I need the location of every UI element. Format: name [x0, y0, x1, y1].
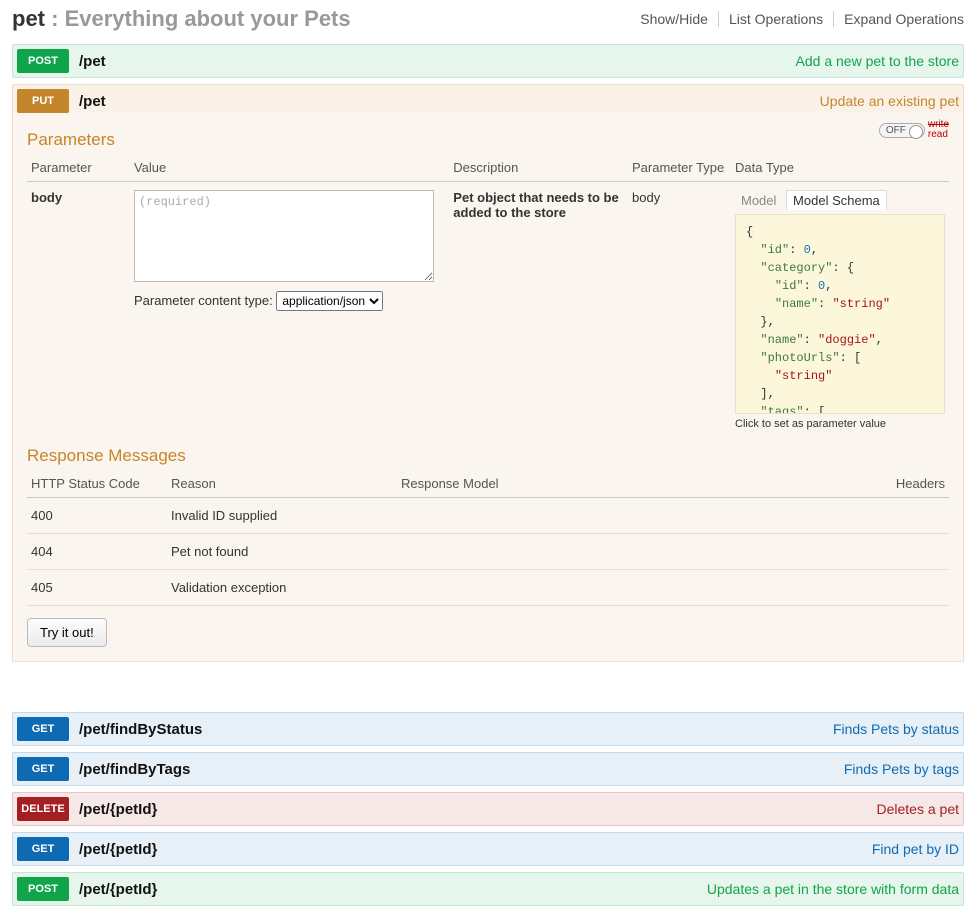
- datatype-tabs: Model Model Schema: [735, 190, 945, 210]
- col-value: Value: [130, 154, 449, 182]
- col-param-type: Parameter Type: [628, 154, 731, 182]
- op-path: /pet: [79, 53, 106, 70]
- method-badge: POST: [17, 877, 69, 901]
- col-headers: Headers: [755, 470, 949, 498]
- toggle-switch[interactable]: OFF: [879, 123, 925, 138]
- method-badge: GET: [17, 757, 69, 781]
- method-badge: PUT: [17, 89, 69, 113]
- col-status: HTTP Status Code: [27, 470, 167, 498]
- param-row-body: body Parameter content type: application…: [27, 182, 949, 439]
- op-get-findbystatus[interactable]: GET /pet/findByStatus Finds Pets by stat…: [12, 712, 964, 746]
- content-type-row: Parameter content type: application/json: [134, 291, 445, 311]
- col-parameter: Parameter: [27, 154, 130, 182]
- resource-header: pet : Everything about your Pets Show/Hi…: [12, 0, 964, 38]
- response-messages-heading: Response Messages: [27, 446, 949, 466]
- parameters-table: Parameter Value Description Parameter Ty…: [27, 154, 949, 438]
- resource-title[interactable]: pet : Everything about your Pets: [12, 6, 351, 32]
- col-reason: Reason: [167, 470, 397, 498]
- op-summary: Add a new pet to the store: [796, 53, 959, 69]
- status-code: 400: [27, 498, 167, 534]
- op-delete-petid[interactable]: DELETE /pet/{petId} Deletes a pet: [12, 792, 964, 826]
- status-code: 405: [27, 570, 167, 606]
- tab-model-schema[interactable]: Model Schema: [786, 190, 887, 210]
- op-path: /pet/{petId}: [79, 881, 157, 898]
- response-row: 400 Invalid ID supplied: [27, 498, 949, 534]
- body-input[interactable]: [134, 190, 434, 282]
- op-get-findbytags[interactable]: GET /pet/findByTags Finds Pets by tags: [12, 752, 964, 786]
- content-type-select[interactable]: application/json: [276, 291, 383, 311]
- expand-operations[interactable]: Expand Operations: [834, 11, 964, 27]
- method-badge: GET: [17, 837, 69, 861]
- response-row: 404 Pet not found: [27, 534, 949, 570]
- op-post-pet[interactable]: POST /pet Add a new pet to the store: [12, 44, 964, 78]
- toggle-show-hide[interactable]: Show/Hide: [630, 11, 719, 27]
- op-summary: Deletes a pet: [877, 801, 960, 817]
- op-body: OFF writeread Parameters Parameter Value…: [12, 112, 964, 662]
- list-operations[interactable]: List Operations: [719, 11, 834, 27]
- method-badge: DELETE: [17, 797, 69, 821]
- op-path: /pet/{petId}: [79, 841, 157, 858]
- resource-name: pet: [12, 6, 45, 31]
- response-row: 405 Validation exception: [27, 570, 949, 606]
- toggle-label: writeread: [928, 120, 949, 140]
- resource-separator: :: [45, 6, 65, 31]
- op-path: /pet: [79, 93, 106, 110]
- content-type-label: Parameter content type:: [134, 293, 273, 308]
- op-summary: Update an existing pet: [820, 93, 959, 109]
- schema-hint[interactable]: Click to set as parameter value: [735, 418, 945, 430]
- param-type: body: [628, 182, 731, 439]
- status-code: 404: [27, 534, 167, 570]
- op-summary: Finds Pets by tags: [844, 761, 959, 777]
- col-model: Response Model: [397, 470, 755, 498]
- status-reason: Validation exception: [167, 570, 397, 606]
- method-badge: POST: [17, 49, 69, 73]
- response-messages-table: HTTP Status Code Reason Response Model H…: [27, 470, 949, 606]
- col-data-type: Data Type: [731, 154, 949, 182]
- resource-ops: Show/Hide List Operations Expand Operati…: [630, 11, 964, 27]
- resource-description: Everything about your Pets: [65, 6, 351, 31]
- param-name: body: [27, 182, 130, 439]
- status-reason: Invalid ID supplied: [167, 498, 397, 534]
- op-summary: Find pet by ID: [872, 841, 959, 857]
- op-path: /pet/{petId}: [79, 801, 157, 818]
- op-summary: Updates a pet in the store with form dat…: [707, 881, 959, 897]
- col-description: Description: [449, 154, 628, 182]
- write-read-toggle[interactable]: OFF writeread: [879, 120, 949, 140]
- op-path: /pet/findByStatus: [79, 721, 202, 738]
- status-reason: Pet not found: [167, 534, 397, 570]
- op-path: /pet/findByTags: [79, 761, 190, 778]
- op-get-petid[interactable]: GET /pet/{petId} Find pet by ID: [12, 832, 964, 866]
- op-post-petid[interactable]: POST /pet/{petId} Updates a pet in the s…: [12, 872, 964, 906]
- parameters-heading: Parameters: [27, 130, 949, 150]
- param-description: Pet object that needs to be added to the…: [449, 182, 628, 439]
- op-summary: Finds Pets by status: [833, 721, 959, 737]
- model-schema-box[interactable]: { "id": 0, "category": { "id": 0, "name"…: [735, 214, 945, 414]
- method-badge: GET: [17, 717, 69, 741]
- tab-model[interactable]: Model: [735, 191, 782, 210]
- try-it-out-button[interactable]: Try it out!: [27, 618, 107, 647]
